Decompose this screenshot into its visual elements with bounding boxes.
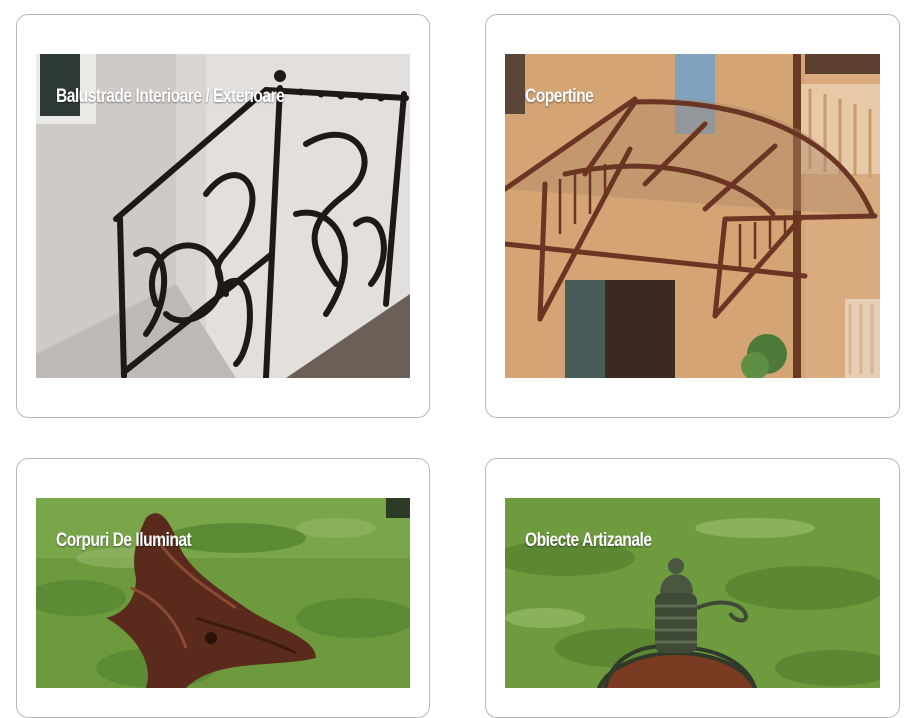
category-card-balustrade[interactable]: Balustrade Interioare / Exterioare	[16, 14, 430, 418]
railing-photo-illustration	[36, 54, 410, 378]
category-card-copertine[interactable]: Copertine	[485, 14, 900, 418]
canopy-photo-illustration	[505, 54, 880, 378]
copertine-image[interactable]: Copertine	[505, 54, 880, 378]
obiecte-artizanale-image[interactable]: Obiecte Artizanale	[505, 498, 880, 688]
corpuri-iluminat-image[interactable]: Corpuri De Iluminat	[36, 498, 410, 688]
lamp-photo-illustration	[36, 498, 410, 688]
balustrade-image[interactable]: Balustrade Interioare / Exterioare	[36, 54, 410, 378]
category-card-corpuri-iluminat[interactable]: Corpuri De Iluminat	[16, 458, 430, 718]
artisan-object-photo-illustration	[505, 498, 880, 688]
category-card-obiecte-artizanale[interactable]: Obiecte Artizanale	[485, 458, 900, 718]
